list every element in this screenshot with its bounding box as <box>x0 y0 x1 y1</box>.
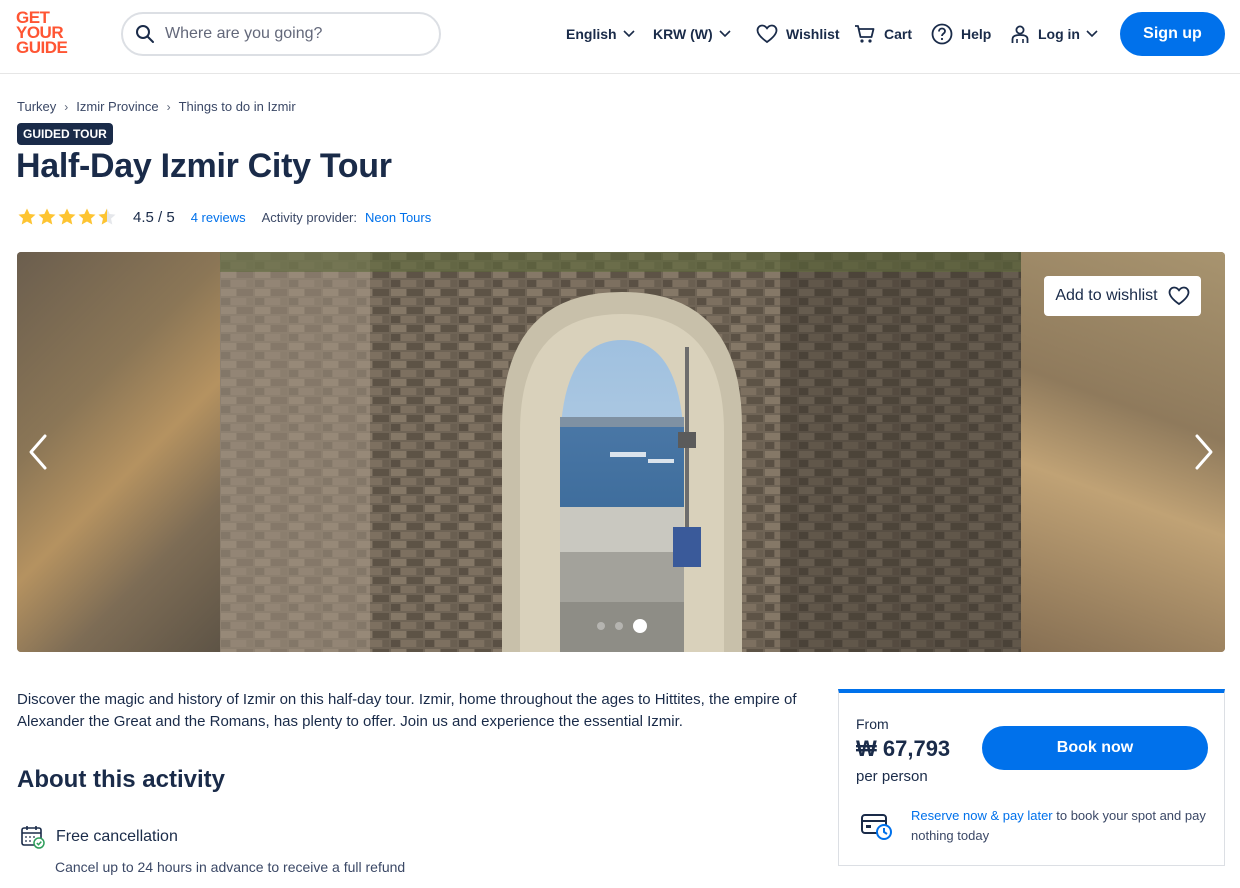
user-icon <box>1011 25 1029 43</box>
price-per-label: per person <box>856 768 928 785</box>
calendar-check-icon <box>21 826 45 849</box>
price-value: ₩ 67,793 <box>856 736 951 761</box>
price-from-label: From <box>856 716 889 732</box>
wishlist-link[interactable]: Wishlist <box>756 22 840 46</box>
gallery-main-photo[interactable] <box>220 252 1021 652</box>
language-selector[interactable]: English <box>566 22 635 46</box>
star-rating <box>17 207 117 227</box>
add-to-wishlist-button[interactable]: Add to wishlist <box>1044 276 1201 316</box>
chevron-right-icon: › <box>166 99 171 114</box>
gallery-dot-active[interactable] <box>633 619 647 633</box>
half-star-icon <box>98 208 116 225</box>
chevron-right-icon: › <box>64 99 69 114</box>
gallery-prev-arrow[interactable] <box>25 432 55 472</box>
star-icon <box>38 208 56 225</box>
chevron-down-icon <box>1086 30 1098 38</box>
breadcrumb-link[interactable]: Things to do in Izmir <box>179 99 296 114</box>
provider-label: Activity provider: <box>261 209 357 225</box>
gallery-dot[interactable] <box>615 622 623 630</box>
booking-card: From ₩ 67,793 per person Book now Reserv… <box>838 689 1225 866</box>
breadcrumb-link[interactable]: Izmir Province <box>76 99 158 114</box>
photo-gallery: Add to wishlist <box>17 252 1225 652</box>
star-icon <box>58 208 76 225</box>
reserve-now-link[interactable]: Reserve now & pay later <box>911 808 1053 823</box>
wishlist-label: Wishlist <box>786 26 840 42</box>
star-icon <box>18 208 36 225</box>
book-now-button[interactable]: Book now <box>982 726 1208 770</box>
heart-icon <box>1168 286 1190 306</box>
currency-selector[interactable]: KRW (W) <box>653 22 731 46</box>
add-to-wishlist-label: Add to wishlist <box>1055 287 1158 304</box>
cart-link[interactable]: Cart <box>854 22 912 46</box>
login-menu[interactable]: Log in <box>1010 22 1098 46</box>
page-title: Half-Day Izmir City Tour <box>16 147 392 185</box>
help-link[interactable]: Help <box>931 22 991 46</box>
reserve-now-pay-later: Reserve now & pay later to book your spo… <box>911 806 1211 846</box>
getyourguide-logo[interactable]: GET YOUR GUIDE <box>16 9 76 60</box>
reserve-calendar-icon <box>861 814 892 840</box>
heart-icon <box>756 24 778 44</box>
search-icon <box>136 25 154 43</box>
header: GET YOUR GUIDE English KRW (W) Wishlist … <box>0 0 1240 74</box>
gallery-next-arrow[interactable] <box>1187 432 1217 472</box>
language-label: English <box>566 26 617 42</box>
logo-line-3: GUIDE <box>16 38 68 57</box>
chevron-down-icon <box>719 30 731 38</box>
search-box[interactable] <box>121 12 441 56</box>
activity-type-badge: GUIDED TOUR <box>17 123 113 145</box>
search-input[interactable] <box>165 25 415 43</box>
feature-subtitle: Cancel up to 24 hours in advance to rece… <box>55 859 406 875</box>
breadcrumb-link[interactable]: Turkey <box>17 99 56 114</box>
about-heading: About this activity <box>17 766 226 793</box>
feature-free-cancellation: Free cancellation <box>20 824 178 850</box>
star-icon <box>78 208 96 225</box>
signup-button[interactable]: Sign up <box>1120 12 1225 56</box>
feature-title: Free cancellation <box>56 828 178 845</box>
rating-value: 4.5 / 5 <box>133 208 175 226</box>
gallery-pagination <box>597 619 657 633</box>
currency-label: KRW (W) <box>653 26 713 42</box>
help-label: Help <box>961 26 992 42</box>
cart-icon <box>855 25 875 43</box>
reviews-link[interactable]: 4 reviews <box>191 210 246 225</box>
breadcrumb: Turkey › Izmir Province › Things to do i… <box>17 99 296 114</box>
activity-description: Discover the magic and history of Izmir … <box>17 691 797 730</box>
help-icon <box>931 23 953 45</box>
provider-link[interactable]: Neon Tours <box>365 210 431 225</box>
gallery-dot[interactable] <box>597 622 605 630</box>
login-label: Log in <box>1038 26 1080 42</box>
cart-label: Cart <box>884 26 913 42</box>
rating-row: 4.5 / 5 4 reviews Activity provider: Neo… <box>17 205 431 229</box>
chevron-down-icon <box>622 30 635 38</box>
